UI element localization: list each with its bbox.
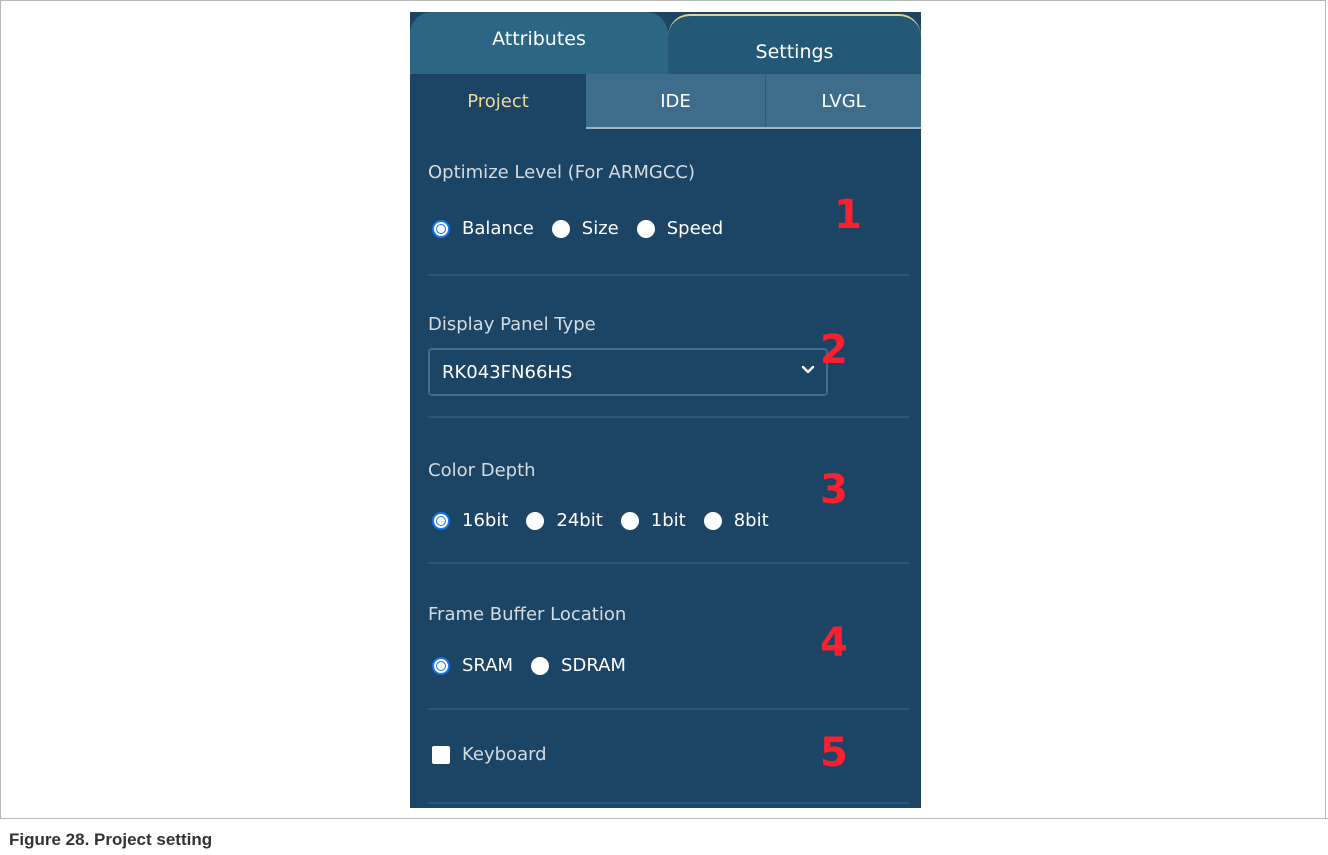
radio-size[interactable]: Size [551, 218, 619, 239]
radio-speed[interactable]: Speed [636, 218, 724, 239]
radio-checked-icon [432, 511, 450, 530]
frame-buffer-location-label: Frame Buffer Location [428, 604, 627, 625]
display-panel-type-value: RK043FN66HS [442, 361, 573, 383]
radio-8bit-label: 8bit [733, 510, 769, 531]
annotation-number-3: 3 [820, 467, 848, 513]
subtab-ide[interactable]: IDE [586, 74, 766, 129]
subtab-lvgl[interactable]: LVGL [766, 74, 921, 129]
keyboard-checkbox[interactable]: Keyboard [432, 744, 547, 765]
frame-buffer-radio-group: SRAM SDRAM [432, 655, 644, 676]
subtab-underline [586, 127, 921, 129]
radio-24bit-label: 24bit [556, 510, 603, 531]
color-depth-radio-group: 16bit 24bit 1bit 8bit [432, 510, 787, 531]
radio-sdram[interactable]: SDRAM [531, 655, 626, 676]
annotation-number-2: 2 [820, 327, 848, 373]
display-panel-type-label: Display Panel Type [428, 314, 596, 335]
radio-24bit[interactable]: 24bit [526, 510, 603, 531]
radio-8bit[interactable]: 8bit [703, 510, 769, 531]
divider [428, 562, 909, 564]
subtab-project[interactable]: Project [410, 74, 586, 129]
radio-1bit[interactable]: 1bit [620, 510, 686, 531]
radio-unchecked-icon [636, 219, 655, 238]
radio-unchecked-icon [620, 511, 639, 530]
optimize-level-radio-group: Balance Size Speed [432, 218, 741, 239]
divider [428, 708, 909, 710]
radio-unchecked-icon [526, 511, 545, 530]
radio-checked-icon [432, 656, 450, 675]
tab-attributes[interactable]: Attributes [410, 12, 668, 74]
radio-sram-label: SRAM [462, 655, 514, 676]
radio-1bit-label: 1bit [650, 510, 686, 531]
radio-checked-icon [432, 219, 450, 238]
subtab-bar: Project IDE LVGL [410, 74, 921, 129]
radio-16bit-label: 16bit [462, 510, 509, 531]
display-panel-type-select[interactable]: RK043FN66HS [428, 348, 828, 396]
keyboard-label: Keyboard [462, 744, 547, 765]
annotation-number-1: 1 [834, 192, 862, 238]
divider [428, 416, 909, 418]
settings-panel: Attributes Settings Project IDE LVGL Opt… [410, 12, 921, 808]
annotation-number-4: 4 [820, 620, 848, 666]
tab-settings[interactable]: Settings [668, 14, 921, 74]
optimize-level-label: Optimize Level (For ARMGCC) [428, 162, 695, 183]
radio-16bit[interactable]: 16bit [432, 510, 508, 531]
radio-speed-label: Speed [666, 218, 724, 239]
color-depth-label: Color Depth [428, 460, 536, 481]
radio-sram[interactable]: SRAM [432, 655, 513, 676]
radio-balance[interactable]: Balance [432, 218, 534, 239]
radio-unchecked-icon [703, 511, 722, 530]
checkbox-unchecked-icon [432, 745, 450, 764]
figure-caption: Figure 28. Project setting [0, 818, 1328, 855]
annotation-number-5: 5 [820, 730, 848, 776]
radio-unchecked-icon [531, 656, 550, 675]
radio-sdram-label: SDRAM [561, 655, 626, 676]
divider [428, 802, 909, 804]
radio-size-label: Size [581, 218, 619, 239]
radio-balance-label: Balance [462, 218, 534, 239]
chevron-down-icon [801, 365, 815, 374]
divider [428, 274, 909, 276]
radio-unchecked-icon [551, 219, 570, 238]
